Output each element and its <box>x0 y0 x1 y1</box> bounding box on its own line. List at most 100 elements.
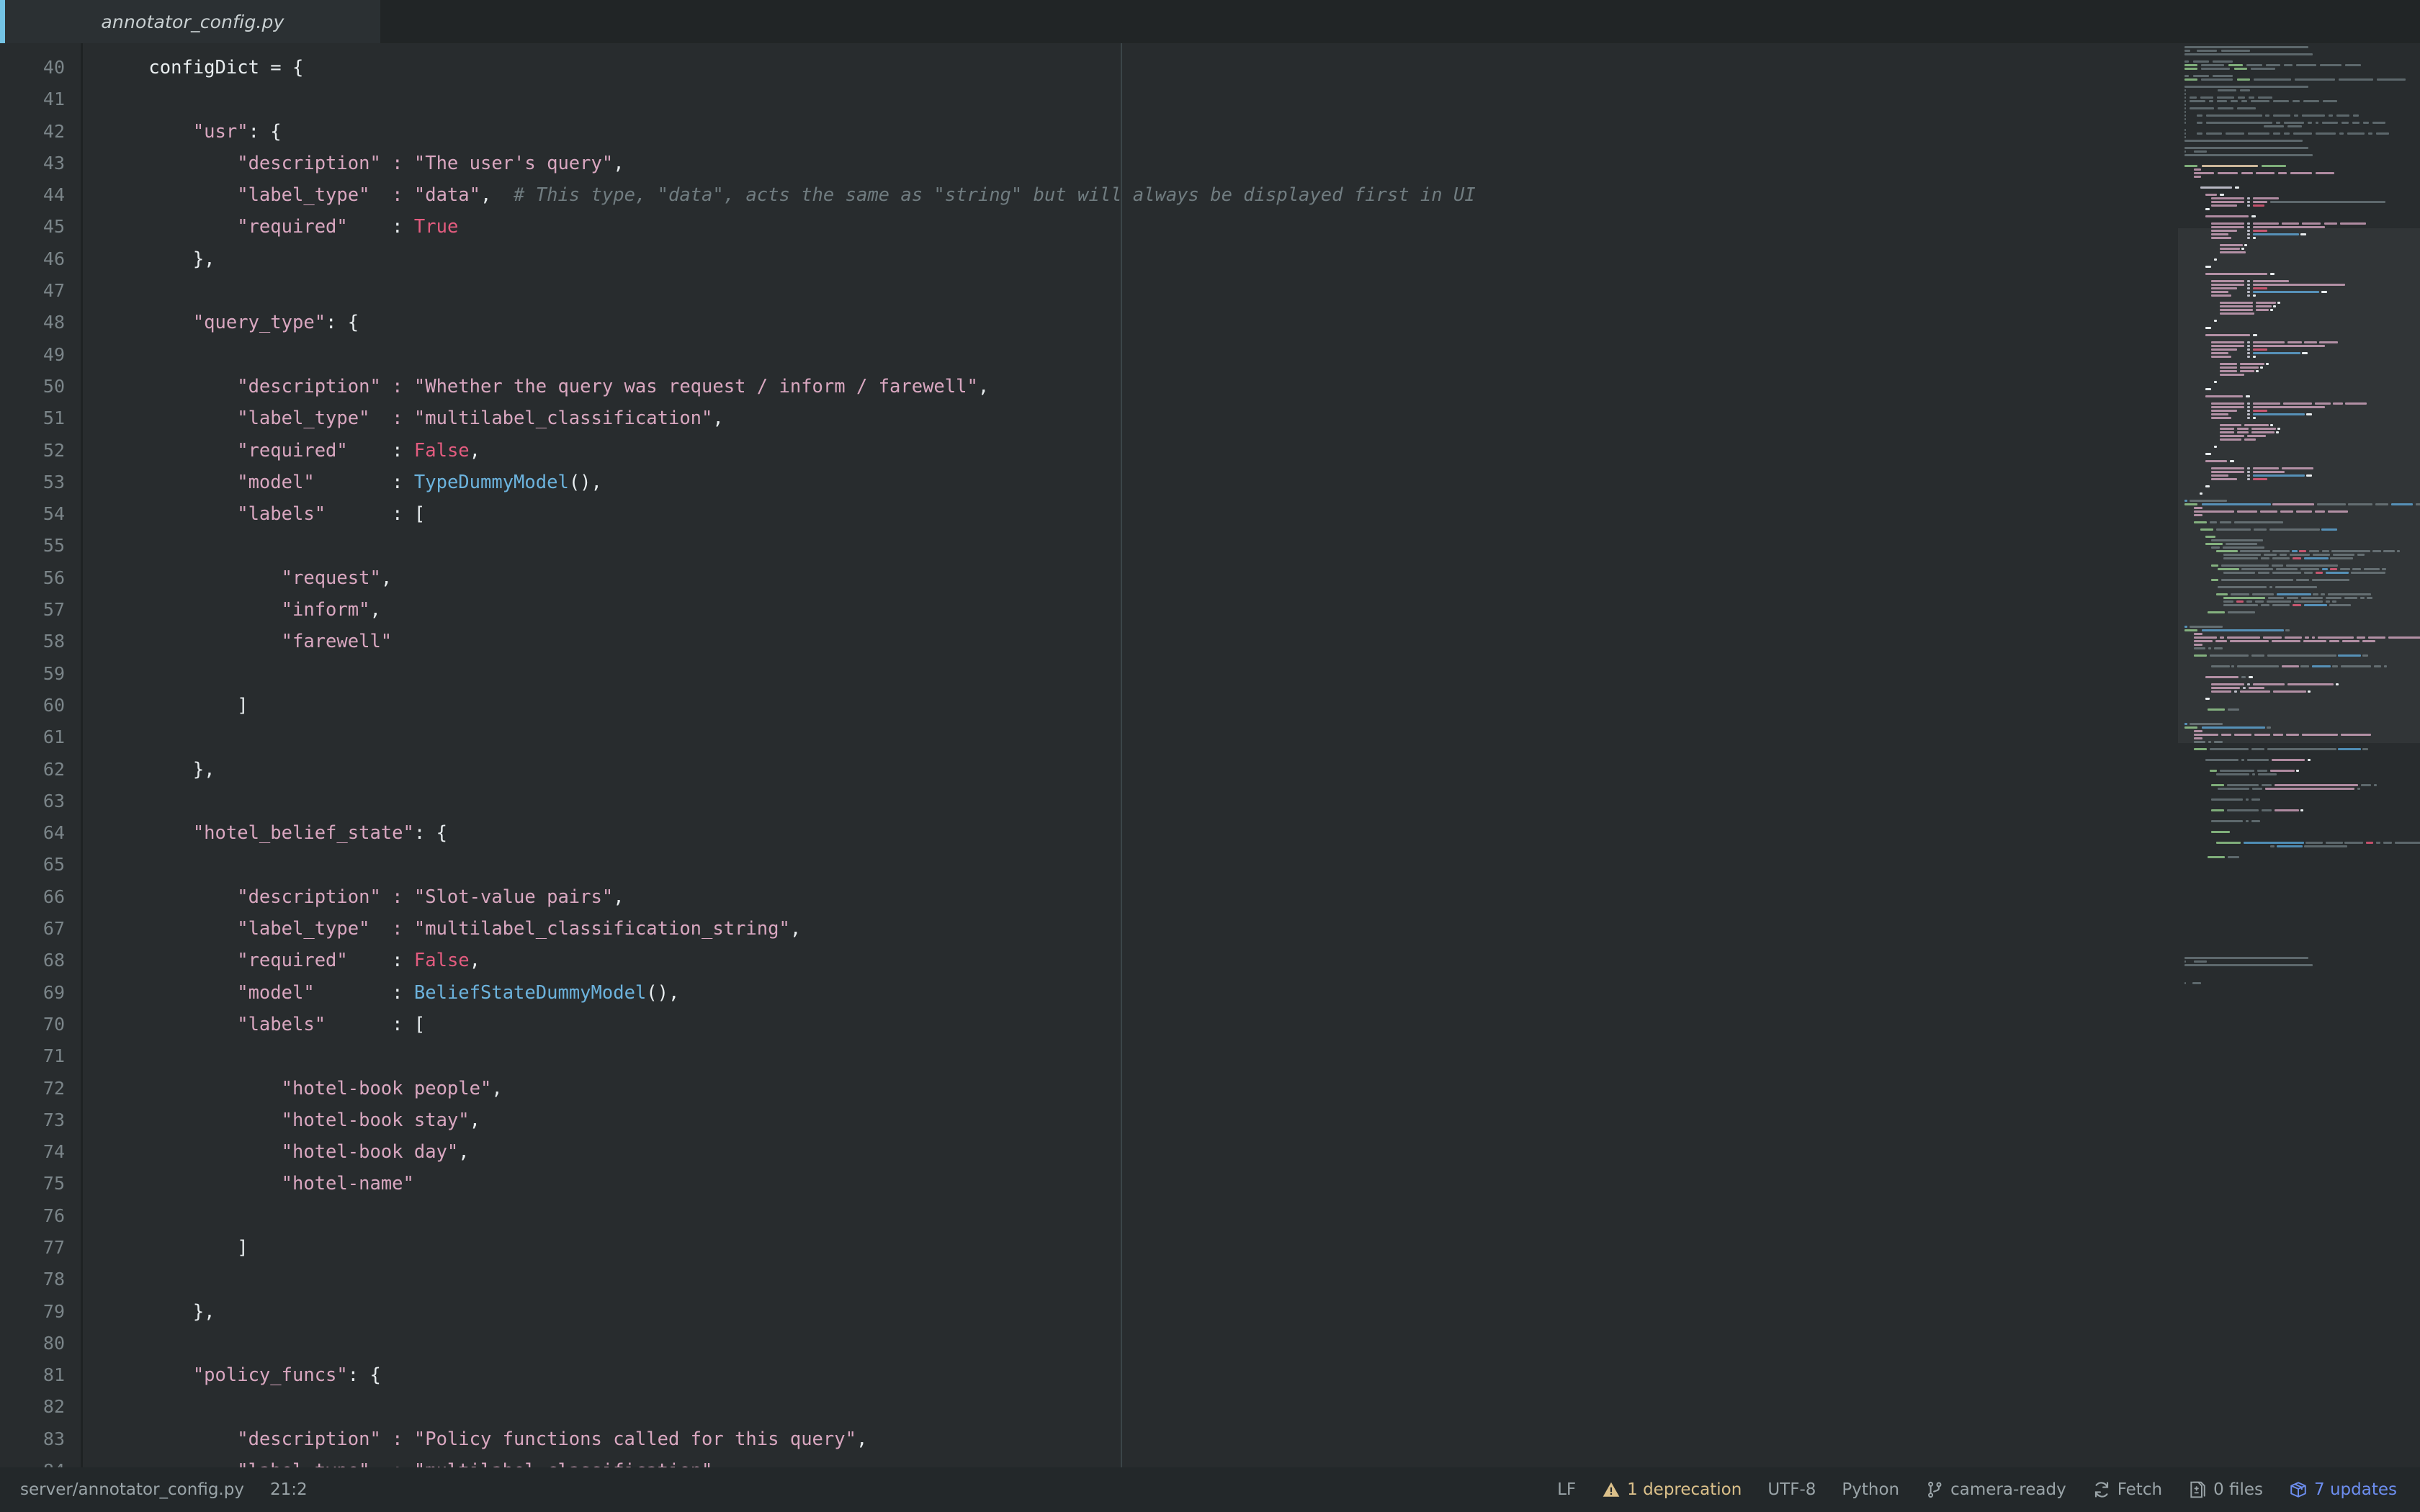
minimap-row <box>2194 514 2202 516</box>
minimap-row <box>2213 60 2233 63</box>
minimap-row <box>2211 280 2244 282</box>
minimap-row <box>2312 636 2315 639</box>
minimap-row <box>2340 568 2350 570</box>
minimap-row <box>2208 611 2225 613</box>
minimap-row <box>2184 118 2186 120</box>
minimap-row <box>2211 348 2237 351</box>
minimap-row <box>2205 676 2238 678</box>
minimap-row <box>2267 600 2291 603</box>
minimap-row <box>2253 683 2285 685</box>
language-mode[interactable]: Python <box>1829 1467 1912 1512</box>
minimap-row <box>2293 100 2300 102</box>
minimap-row <box>2285 636 2302 639</box>
minimap-row <box>2284 132 2290 135</box>
minimap-row <box>2300 568 2319 570</box>
package-updates[interactable]: 7 updates <box>2276 1467 2401 1512</box>
minimap-row <box>2247 237 2250 239</box>
minimap-row <box>2336 683 2339 685</box>
code-token-plain: , <box>712 1460 723 1467</box>
minimap-row <box>2246 600 2252 603</box>
minimap-row <box>2218 172 2238 174</box>
minimap-row <box>2264 125 2284 127</box>
minimap-row <box>2253 291 2319 293</box>
code-token-plain: (), <box>568 471 602 493</box>
minimap-row <box>2216 593 2228 595</box>
minimap-row <box>2382 568 2386 570</box>
minimap-row <box>2340 222 2366 225</box>
minimap-row <box>2194 748 2207 750</box>
minimap-row <box>2253 348 2267 351</box>
minimap-row <box>2211 687 2240 689</box>
minimap-row <box>2254 78 2291 81</box>
minimap-row <box>2251 654 2264 657</box>
line-number: 75 <box>42 1173 65 1194</box>
minimap-row <box>2211 564 2218 567</box>
code-token-func: BeliefStateDummyModel <box>413 981 647 1004</box>
minimap-row <box>2240 89 2250 91</box>
code-token-plain: ] <box>104 694 248 716</box>
minimap-row <box>2292 550 2298 552</box>
minimap-row <box>2338 654 2361 657</box>
minimap-row <box>2282 467 2313 469</box>
minimap[interactable] <box>2178 43 2420 1467</box>
minimap-row <box>2268 597 2284 599</box>
minimap-row <box>2299 550 2306 552</box>
line-number: 50 <box>42 375 65 397</box>
minimap-row <box>2220 370 2237 372</box>
minimap-row <box>2257 770 2267 772</box>
minimap-row <box>2228 64 2243 66</box>
encoding[interactable]: UTF-8 <box>1754 1467 1829 1512</box>
minimap-row <box>2205 334 2250 336</box>
minimap-row <box>2265 788 2354 790</box>
line-number: 79 <box>42 1300 65 1322</box>
minimap-row <box>2258 773 2277 775</box>
minimap-row <box>2218 568 2239 570</box>
code-line: "query_type": { <box>104 307 2178 338</box>
code-token-str: "hotel-book day" <box>104 1141 459 1164</box>
git-fetch[interactable]: Fetch <box>2079 1467 2175 1512</box>
minimap-row <box>2391 503 2413 505</box>
minimap-row <box>2220 302 2253 304</box>
status-bar: server/annotator_config.py 21:2 LF 1 depre… <box>0 1467 2420 1512</box>
minimap-row <box>2322 122 2338 124</box>
minimap-row <box>2272 564 2283 567</box>
minimap-row <box>2253 280 2289 282</box>
minimap-row <box>2211 201 2244 203</box>
minimap-row <box>2260 510 2277 513</box>
minimap-row <box>2384 665 2387 667</box>
minimap-row <box>2197 50 2217 52</box>
minimap-row <box>2322 550 2329 552</box>
minimap-row <box>2338 748 2361 750</box>
minimap-row <box>2262 809 2272 811</box>
code-content-area[interactable]: configDict = { "usr": { "description" : … <box>83 43 2178 1467</box>
minimap-row <box>2190 96 2197 99</box>
minimap-row <box>2211 478 2237 480</box>
minimap-row <box>2220 438 2241 441</box>
minimap-row <box>2214 446 2217 448</box>
tab-annotator-config[interactable]: annotator_config.py <box>0 0 380 43</box>
code-token-plain: , <box>480 184 492 207</box>
minimap-row <box>2247 226 2250 228</box>
line-number: 61 <box>42 726 65 748</box>
minimap-row <box>2201 64 2224 66</box>
minimap-row <box>2286 564 2338 567</box>
minimap-row <box>2253 402 2280 405</box>
deprecation-warning[interactable]: 1 deprecation <box>1589 1467 1754 1512</box>
line-number: 48 <box>42 312 65 333</box>
minimap-row <box>2253 197 2279 199</box>
git-branch[interactable]: camera-ready <box>1912 1467 2079 1512</box>
line-ending[interactable]: LF <box>1544 1467 1589 1512</box>
line-number: 66 <box>42 886 65 907</box>
sync-icon <box>2092 1480 2111 1499</box>
minimap-row <box>2211 417 2231 419</box>
minimap-row <box>2305 636 2309 639</box>
minimap-row <box>2228 611 2255 613</box>
minimap-row <box>2294 600 2323 603</box>
code-token-str: "required" <box>104 439 393 462</box>
code-line: "required" : False, <box>104 435 2178 467</box>
minimap-row <box>2341 734 2371 736</box>
line-number: 42 <box>42 120 65 142</box>
changed-files[interactable]: 0 files <box>2175 1467 2276 1512</box>
